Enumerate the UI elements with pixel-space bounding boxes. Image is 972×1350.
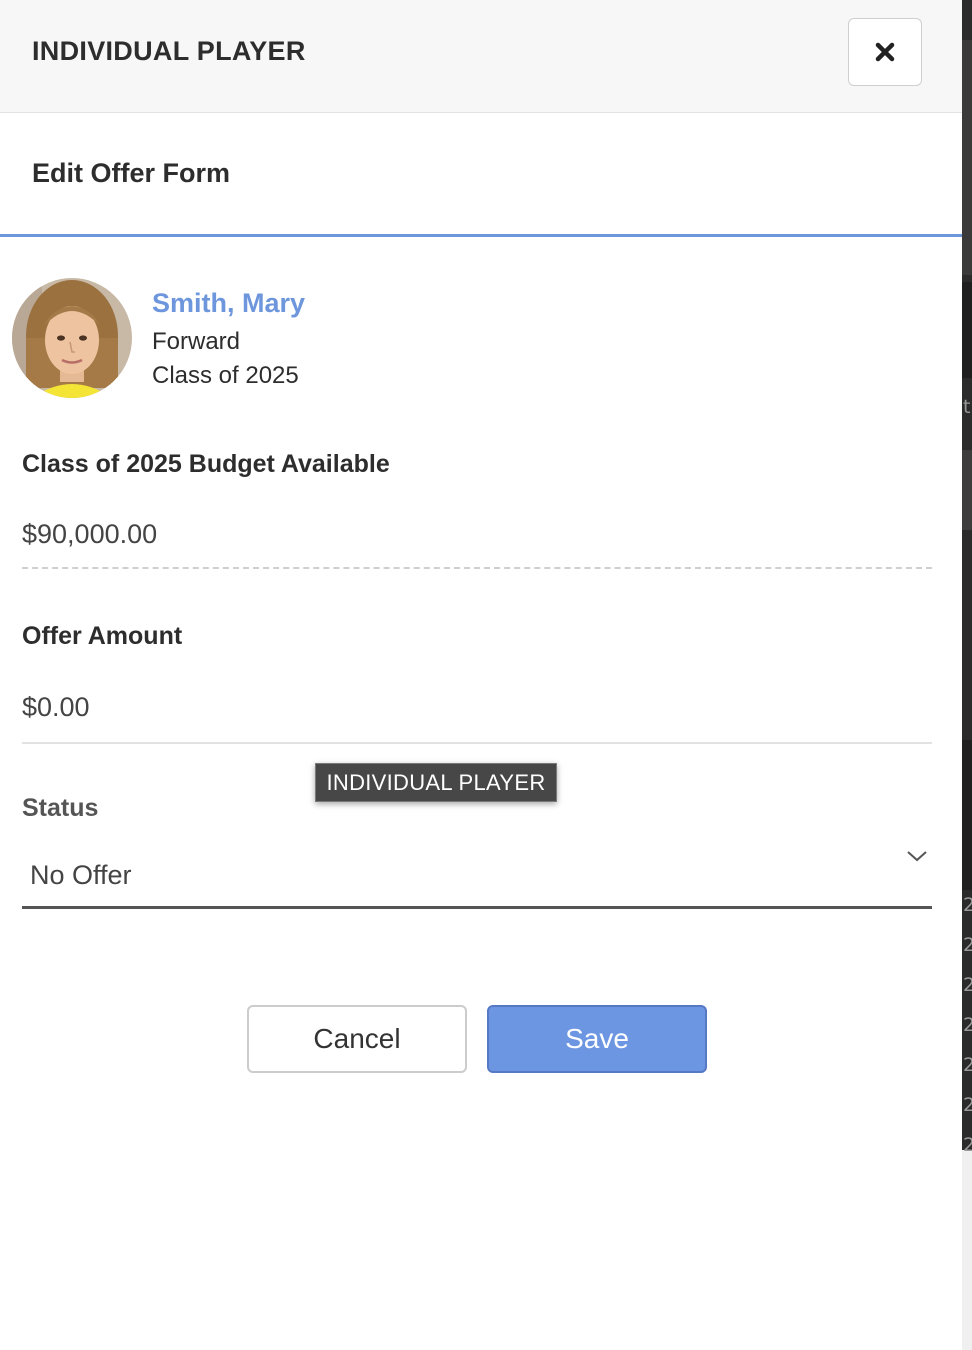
save-button[interactable]: Save — [487, 1005, 707, 1073]
modal-title: INDIVIDUAL PLAYER — [32, 36, 306, 66]
offer-amount-input[interactable]: $0.00 — [22, 680, 932, 744]
offer-amount-value: $0.00 — [22, 692, 90, 722]
chevron-down-icon — [907, 851, 927, 862]
backdrop-glyph: 2 — [963, 894, 972, 916]
modal-header: INDIVIDUAL PLAYER — [0, 0, 962, 113]
budget-divider — [22, 567, 932, 569]
cancel-button[interactable]: Cancel — [247, 1005, 467, 1073]
player-name-link[interactable]: Smith, Mary — [152, 288, 305, 319]
section-divider — [0, 234, 962, 237]
edit-offer-modal: INDIVIDUAL PLAYER Edit Offer Form Smith,… — [0, 0, 962, 1350]
budget-value: $90,000.00 — [22, 519, 158, 549]
player-avatar — [12, 278, 132, 398]
backdrop-glyph: 2 — [963, 1094, 972, 1116]
backdrop-glyph: t — [963, 396, 971, 418]
budget-label: Class of 2025 Budget Available — [22, 450, 390, 478]
close-icon — [875, 42, 895, 62]
close-button[interactable] — [848, 18, 922, 86]
backdrop-glyph: 2 — [963, 1054, 972, 1076]
player-position: Forward — [152, 328, 241, 355]
page-backdrop: t 2 2 2 2 2 2 2 — [962, 0, 972, 1350]
status-selected-value: No Offer — [30, 860, 132, 890]
status-select[interactable]: No Offer — [22, 838, 932, 909]
backdrop-glyph: 2 — [963, 1014, 972, 1036]
backdrop-glyph: 2 — [963, 934, 972, 956]
backdrop-glyph: 2 — [963, 1134, 972, 1156]
tooltip: INDIVIDUAL PLAYER — [315, 763, 557, 802]
player-class-year: Class of 2025 — [152, 362, 299, 389]
status-label: Status — [22, 794, 99, 822]
backdrop-glyph: 2 — [963, 974, 972, 996]
offer-amount-label: Offer Amount — [22, 622, 183, 650]
form-title: Edit Offer Form — [32, 158, 231, 188]
